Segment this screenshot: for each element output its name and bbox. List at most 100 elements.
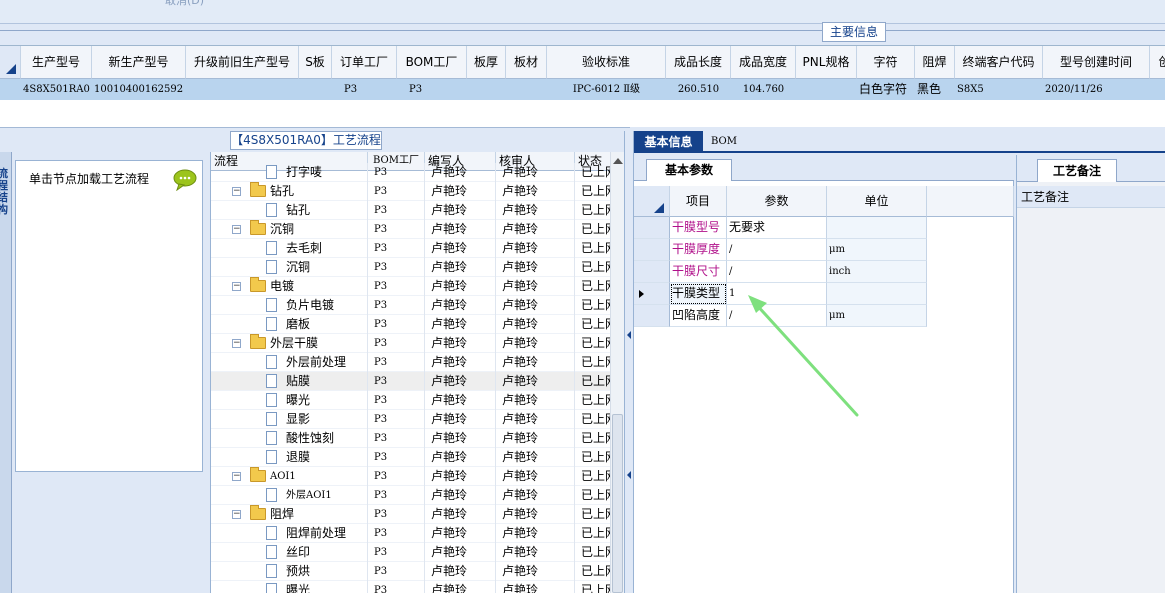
tree-node-cell[interactable]: 钻孔	[211, 201, 368, 220]
tree-row[interactable]: 外层AOI1P3卢艳玲卢艳玲已上网	[211, 486, 611, 505]
tree-row[interactable]: 显影P3卢艳玲卢艳玲已上网	[211, 410, 611, 429]
cell-value[interactable]	[467, 79, 506, 100]
cell-value[interactable]: S8X5	[955, 79, 1043, 100]
column-header[interactable]: 创	[1150, 46, 1165, 79]
tab-basic-params[interactable]: 基本参数	[646, 159, 732, 181]
tree-row[interactable]: 打字唛P3卢艳玲卢艳玲已上网	[211, 163, 611, 182]
tree-row[interactable]: 曝光P3卢艳玲卢艳玲已上网	[211, 391, 611, 410]
tree-row[interactable]: 阻焊前处理P3卢艳玲卢艳玲已上网	[211, 524, 611, 543]
param-item[interactable]: 干膜型号	[670, 217, 727, 239]
cell-value[interactable]	[299, 79, 332, 100]
param-value[interactable]: /	[727, 239, 827, 261]
scroll-up-arrow-icon[interactable]	[613, 158, 623, 164]
tree-scrollbar[interactable]	[610, 152, 624, 593]
column-header[interactable]: BOM工厂	[397, 46, 467, 79]
tree-row[interactable]: 丝印P3卢艳玲卢艳玲已上网	[211, 543, 611, 562]
tree-node-cell[interactable]: 外层AOI1	[211, 486, 368, 505]
param-column-header[interactable]: 项目	[670, 186, 727, 217]
cell-value[interactable]	[506, 79, 547, 100]
tree-node-cell[interactable]: − 电镀	[211, 277, 368, 296]
column-header[interactable]: PNL规格	[796, 46, 857, 79]
tree-node-cell[interactable]: − AOI1	[211, 467, 368, 486]
tree-row[interactable]: 预烘P3卢艳玲卢艳玲已上网	[211, 562, 611, 581]
cell-value[interactable]	[796, 79, 857, 100]
param-row[interactable]: 干膜厚度 / μm	[634, 239, 927, 261]
tree-node-cell[interactable]: 酸性蚀刻	[211, 429, 368, 448]
tree-node-cell[interactable]: 外层前处理	[211, 353, 368, 372]
grid-corner[interactable]	[0, 46, 21, 79]
tree-row[interactable]: −电镀P3卢艳玲卢艳玲已上网	[211, 277, 611, 296]
tree-row[interactable]: −沉铜P3卢艳玲卢艳玲已上网	[211, 220, 611, 239]
tree-row[interactable]: 负片电镀P3卢艳玲卢艳玲已上网	[211, 296, 611, 315]
column-header[interactable]: 成品长度	[666, 46, 731, 79]
tree-node-cell[interactable]: 丝印	[211, 543, 368, 562]
collapse-toggle-icon[interactable]: −	[232, 225, 241, 234]
tree-node-cell[interactable]: 显影	[211, 410, 368, 429]
param-item[interactable]: 干膜类型	[670, 283, 727, 305]
column-header[interactable]: 成品宽度	[731, 46, 796, 79]
param-row-header[interactable]	[634, 217, 670, 239]
tree-node-cell[interactable]: − 外层干膜	[211, 334, 368, 353]
scroll-thumb[interactable]	[612, 414, 623, 593]
collapse-toggle-icon[interactable]: −	[232, 339, 241, 348]
param-value[interactable]: 无要求	[727, 217, 827, 239]
collapse-toggle-icon[interactable]: −	[232, 472, 241, 481]
column-header[interactable]: 阻焊	[915, 46, 955, 79]
column-header[interactable]: 订单工厂	[332, 46, 397, 79]
param-item[interactable]: 凹陷高度	[670, 305, 727, 327]
tree-row[interactable]: 去毛刺P3卢艳玲卢艳玲已上网	[211, 239, 611, 258]
params-corner[interactable]	[634, 186, 670, 217]
tree-row[interactable]: 退膜P3卢艳玲卢艳玲已上网	[211, 448, 611, 467]
tree-row[interactable]: −AOI1P3卢艳玲卢艳玲已上网	[211, 467, 611, 486]
tree-node-cell[interactable]: 曝光	[211, 391, 368, 410]
param-column-header[interactable]: 参数	[727, 186, 827, 217]
tree-node-cell[interactable]: 去毛刺	[211, 239, 368, 258]
faint-toolbar-label[interactable]: 取消(D)	[165, 0, 204, 8]
side-collapse-strip[interactable]: 流程结构	[0, 152, 12, 593]
tree-node-cell[interactable]: − 钻孔	[211, 182, 368, 201]
cell-value[interactable]: 260.510	[666, 79, 731, 100]
tree-row[interactable]: 曝光P3卢艳玲卢艳玲已上网	[211, 581, 611, 593]
param-unit[interactable]: μm	[827, 239, 927, 261]
collapse-toggle-icon[interactable]: −	[232, 187, 241, 196]
column-header[interactable]: 板材	[506, 46, 547, 79]
collapse-toggle-icon[interactable]: −	[232, 510, 241, 519]
tree-node-cell[interactable]: 磨板	[211, 315, 368, 334]
param-row[interactable]: 干膜型号 无要求	[634, 217, 927, 239]
cell-value[interactable]: 白色字符	[857, 79, 915, 100]
cell-value[interactable]: 2020/11/26	[1043, 79, 1150, 100]
cell-value[interactable]: 4S8X501RA0	[21, 79, 92, 100]
tree-node-cell[interactable]: − 沉铜	[211, 220, 368, 239]
row-indicator[interactable]	[0, 79, 21, 100]
tree-node-cell[interactable]: 贴膜	[211, 372, 368, 391]
param-row-header[interactable]	[634, 283, 670, 305]
tree-row[interactable]: 磨板P3卢艳玲卢艳玲已上网	[211, 315, 611, 334]
tree-row[interactable]: 贴膜P3卢艳玲卢艳玲已上网	[211, 372, 611, 391]
panel-splitter[interactable]	[624, 131, 634, 593]
splitter-arrow-icon[interactable]	[627, 471, 631, 479]
param-value[interactable]: /	[727, 261, 827, 283]
param-unit[interactable]: inch	[827, 261, 927, 283]
tree-row[interactable]: 沉铜P3卢艳玲卢艳玲已上网	[211, 258, 611, 277]
tree-node-cell[interactable]: 阻焊前处理	[211, 524, 368, 543]
tree-row[interactable]: −阻焊P3卢艳玲卢艳玲已上网	[211, 505, 611, 524]
tree-node-cell[interactable]: 退膜	[211, 448, 368, 467]
param-item[interactable]: 干膜尺寸	[670, 261, 727, 283]
tree-row[interactable]: −钻孔P3卢艳玲卢艳玲已上网	[211, 182, 611, 201]
param-row-header[interactable]	[634, 239, 670, 261]
cell-value[interactable]	[1150, 79, 1165, 100]
param-unit[interactable]	[827, 217, 927, 239]
param-column-header[interactable]: 单位	[827, 186, 927, 217]
tree-row[interactable]: 外层前处理P3卢艳玲卢艳玲已上网	[211, 353, 611, 372]
tab-process-memo[interactable]: 工艺备注	[1037, 159, 1117, 182]
main-info-section-title[interactable]: 主要信息	[822, 22, 886, 42]
tree-row[interactable]: 酸性蚀刻P3卢艳玲卢艳玲已上网	[211, 429, 611, 448]
splitter-arrow-icon[interactable]	[627, 331, 631, 339]
cell-value[interactable]: 黑色	[915, 79, 955, 100]
param-row-header[interactable]	[634, 261, 670, 283]
tree-row[interactable]: 钻孔P3卢艳玲卢艳玲已上网	[211, 201, 611, 220]
column-header[interactable]: 新生产型号	[92, 46, 186, 79]
tree-node-cell[interactable]: 曝光	[211, 581, 368, 593]
collapse-toggle-icon[interactable]: −	[232, 282, 241, 291]
param-item[interactable]: 干膜厚度	[670, 239, 727, 261]
